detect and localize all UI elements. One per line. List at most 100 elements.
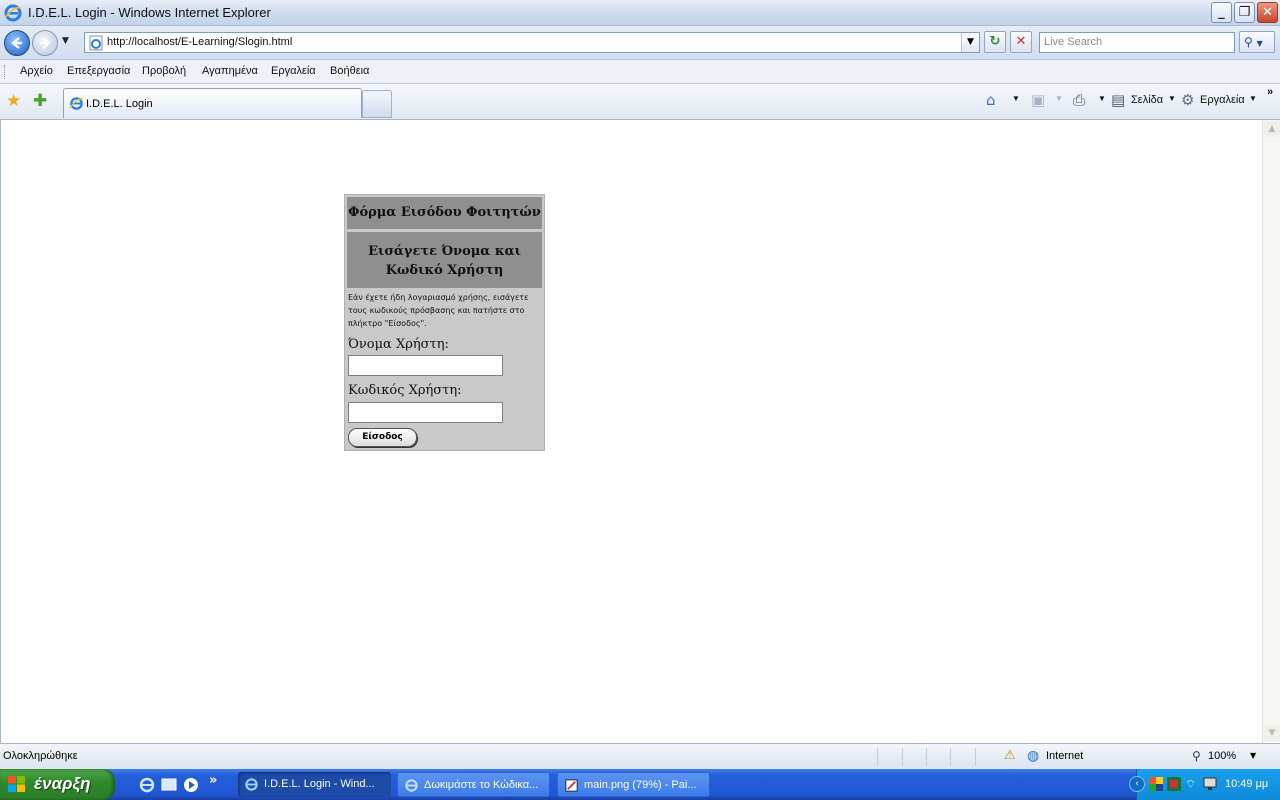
- globe-icon: ◍: [1027, 748, 1040, 764]
- username-label: Όνομα Χρήστη:: [348, 337, 449, 352]
- scroll-up-arrow-icon[interactable]: ▲: [1264, 121, 1280, 137]
- quicklaunch-more-icon[interactable]: »: [209, 773, 217, 788]
- menu-edit[interactable]: Επεξεργασία: [67, 65, 130, 77]
- search-button[interactable]: ⚲ ▼: [1239, 31, 1275, 53]
- tray-expand-icon[interactable]: ‹: [1129, 776, 1145, 792]
- menu-file[interactable]: Αρχείο: [20, 65, 53, 77]
- tab-idel-login[interactable]: I.D.E.L. Login: [63, 88, 362, 118]
- page-dropdown-icon[interactable]: ▼: [1168, 94, 1176, 103]
- task-ie-login[interactable]: I.D.E.L. Login - Wind...: [238, 772, 391, 797]
- tab-label: I.D.E.L. Login: [86, 98, 153, 110]
- tab-bar: ★ ✚ I.D.E.L. Login ⌂ ▼ ▣ ▼ ⎙ ▼ ▤ Σελίδα …: [0, 84, 1280, 120]
- task-ie-test-code[interactable]: Δωκιμάστε το Κώδικα...: [397, 772, 550, 797]
- task-label: Δωκιμάστε το Κώδικα...: [424, 779, 539, 791]
- protected-mode-icon[interactable]: ⚠: [1004, 748, 1016, 763]
- new-tab-button[interactable]: [362, 90, 392, 118]
- menu-view[interactable]: Προβολή: [142, 65, 186, 77]
- scroll-down-arrow-icon[interactable]: ▼: [1264, 725, 1280, 741]
- status-divider: [950, 748, 951, 766]
- refresh-button[interactable]: ↻: [984, 31, 1006, 53]
- zoom-level[interactable]: 100%: [1208, 750, 1236, 762]
- home-icon[interactable]: ⌂: [986, 91, 996, 109]
- restore-button[interactable]: ❐: [1234, 2, 1255, 23]
- security-zone[interactable]: Internet: [1046, 750, 1083, 762]
- tray-app-icon[interactable]: [1149, 777, 1163, 791]
- forward-arrow-icon: [40, 37, 51, 49]
- stop-button[interactable]: ✕: [1010, 31, 1032, 53]
- password-label: Κωδικός Χρήστη:: [348, 383, 462, 398]
- vertical-scrollbar[interactable]: ▲ ▼: [1262, 120, 1280, 743]
- search-icon: ⚲: [1244, 35, 1253, 49]
- quicklaunch-ie-icon[interactable]: [138, 776, 156, 794]
- address-toolbar: ▼ http://localhost/E-Learning/Slogin.htm…: [0, 26, 1280, 60]
- url-input[interactable]: http://localhost/E-Learning/Slogin.html …: [84, 32, 980, 53]
- window-title: I.D.E.L. Login - Windows Internet Explor…: [28, 5, 271, 20]
- task-paint[interactable]: main.png (79%) - Pai...: [557, 772, 710, 797]
- tools-menu-button[interactable]: Εργαλεία: [1200, 94, 1245, 106]
- url-text: http://localhost/E-Learning/Slogin.html: [107, 36, 293, 48]
- back-button[interactable]: [4, 30, 30, 56]
- task-label: main.png (79%) - Pai...: [584, 779, 697, 791]
- quicklaunch-desktop-icon[interactable]: [160, 776, 178, 794]
- status-text: Ολοκληρώθηκε: [3, 750, 78, 762]
- login-form: Φόρμα Εισόδου Φοιτητών Εισάγετε Όνομα κα…: [344, 194, 545, 451]
- menu-bar: Αρχείο Επεξεργασία Προβολή Αγαπημένα Εργ…: [0, 60, 1280, 84]
- form-instructions: Εάν έχετε ήδη λογαριασμό χρήσης, εισάγετ…: [348, 293, 529, 328]
- page-icon: ▤: [1111, 91, 1126, 109]
- tools-gear-icon: ⚙: [1181, 91, 1195, 109]
- url-dropdown-icon[interactable]: ▼: [961, 33, 979, 52]
- zoom-dropdown-icon[interactable]: ▼: [1250, 751, 1256, 760]
- password-input[interactable]: [348, 402, 503, 423]
- history-dropdown-icon[interactable]: ▼: [62, 36, 69, 46]
- print-icon[interactable]: ⎙: [1073, 91, 1085, 109]
- favorites-center-icon[interactable]: ★: [6, 91, 21, 111]
- menu-help[interactable]: Βοήθεια: [330, 65, 369, 77]
- task-label: I.D.E.L. Login - Wind...: [264, 778, 375, 790]
- feeds-icon[interactable]: ▣: [1031, 91, 1045, 109]
- quicklaunch-media-player-icon[interactable]: [182, 776, 200, 794]
- start-button[interactable]: έναρξη: [0, 769, 115, 800]
- zoom-icon: ⚲: [1192, 749, 1201, 763]
- print-dropdown-icon[interactable]: ▼: [1098, 94, 1106, 103]
- home-dropdown-icon[interactable]: ▼: [1012, 94, 1020, 103]
- page-content: Φόρμα Εισόδου Φοιτητών Εισάγετε Όνομα κα…: [0, 120, 1262, 743]
- ie-task-icon: [405, 779, 418, 792]
- username-input[interactable]: [348, 355, 503, 376]
- close-button[interactable]: ✕: [1257, 2, 1278, 23]
- search-input[interactable]: Live Search: [1039, 32, 1235, 53]
- windows-flag-icon: [8, 776, 25, 792]
- status-divider: [975, 748, 976, 766]
- page-menu-button[interactable]: Σελίδα: [1131, 94, 1163, 106]
- ie-task-icon: [245, 778, 258, 791]
- tray-network-icon[interactable]: [1167, 777, 1181, 791]
- forward-button[interactable]: [32, 30, 58, 56]
- clock: 10:49 μμ: [1225, 778, 1269, 790]
- wireless-icon[interactable]: ⌔: [1185, 777, 1199, 791]
- back-arrow-icon: [11, 37, 22, 49]
- feeds-dropdown-icon[interactable]: ▼: [1055, 94, 1063, 103]
- start-label: έναρξη: [34, 774, 91, 793]
- status-divider: [877, 748, 878, 766]
- tab-ie-icon: [69, 97, 84, 110]
- login-submit-button[interactable]: Είσοδος: [348, 428, 417, 447]
- paint-icon: [565, 779, 578, 792]
- title-bar: I.D.E.L. Login - Windows Internet Explor…: [0, 0, 1280, 26]
- form-heading: Φόρμα Εισόδου Φοιτητών: [347, 197, 542, 229]
- page-ie-icon: [89, 35, 103, 51]
- chevron-more-icon[interactable]: »: [1267, 86, 1273, 98]
- status-divider: [926, 748, 927, 766]
- form-subheading: Εισάγετε Όνομα και Κωδικό Χρήστη: [347, 232, 542, 288]
- menu-tools[interactable]: Εργαλεία: [271, 65, 316, 77]
- add-favorite-icon[interactable]: ✚: [33, 91, 47, 111]
- tools-dropdown-icon[interactable]: ▼: [1249, 94, 1257, 103]
- search-dropdown-icon: ▼: [1256, 39, 1263, 48]
- toolbar-grip: [4, 65, 7, 79]
- status-bar: Ολοκληρώθηκε ⚠ ◍ Internet ⚲ 100% ▼: [0, 743, 1280, 769]
- menu-favorites[interactable]: Αγαπημένα: [202, 65, 258, 77]
- status-divider: [902, 748, 903, 766]
- system-tray: ‹ ⌔ 10:49 μμ: [1129, 769, 1280, 800]
- internet-explorer-icon: [4, 4, 22, 22]
- taskbar: έναρξη » I.D.E.L. Login - Wind... Δωκιμά…: [0, 769, 1280, 800]
- minimize-button[interactable]: _: [1211, 2, 1232, 23]
- tray-monitor-icon[interactable]: [1203, 777, 1217, 791]
